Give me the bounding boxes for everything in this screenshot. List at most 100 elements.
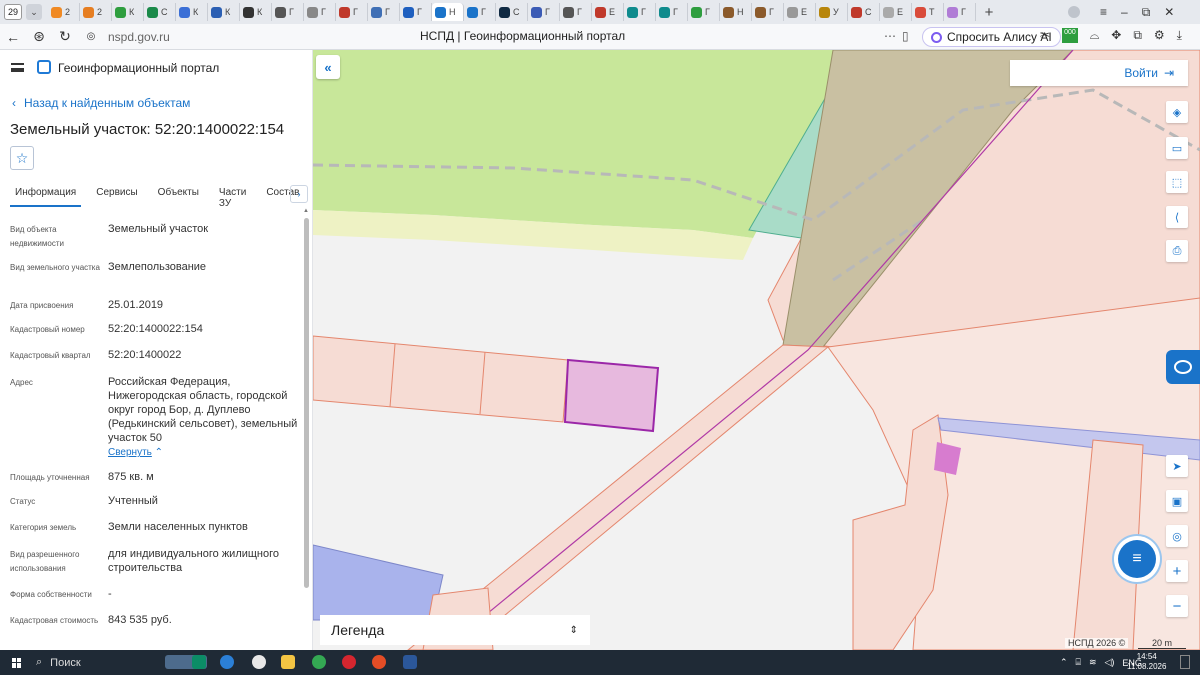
location-icon[interactable]: ◎ — [1166, 525, 1188, 547]
tab-favicon-icon — [595, 6, 606, 18]
print-icon[interactable]: ⎙ — [1166, 240, 1188, 262]
taskbar-search[interactable]: ⌕ Поиск — [36, 656, 81, 669]
browser-app-icon[interactable] — [372, 655, 386, 669]
notifications-icon[interactable] — [1180, 655, 1190, 669]
scroll-up-arrow-icon[interactable]: ▲ — [303, 208, 309, 214]
field-label-permitted-use: Вид разрешенного использования — [10, 550, 80, 573]
browser-tab[interactable]: Г — [624, 3, 656, 21]
tab-count-badge[interactable]: 29 — [4, 4, 22, 20]
browser-tab[interactable]: Г — [304, 3, 336, 21]
browser-tab[interactable]: Г — [944, 3, 976, 21]
browser-tab[interactable]: 2 — [80, 3, 112, 21]
tab-information[interactable]: Информация — [10, 181, 82, 207]
map-blue-area — [313, 544, 444, 621]
yandex-browser-icon[interactable] — [252, 655, 266, 669]
tab-list-chevron-icon[interactable]: ⌄ — [26, 4, 42, 20]
login-button[interactable]: Войти ⇥ — [1010, 60, 1188, 86]
network-icon[interactable]: ⌸ — [1076, 657, 1081, 668]
scroll-thumb[interactable] — [304, 218, 309, 588]
reload-icon[interactable]: ↻ — [52, 25, 78, 49]
browser-tab[interactable]: Г — [400, 3, 432, 21]
browser-tab[interactable]: Е — [592, 3, 624, 21]
browser-tab[interactable]: К — [208, 3, 240, 21]
tab-objects[interactable]: Объекты — [153, 181, 204, 207]
extension-hat-icon[interactable]: ⌓ — [1090, 28, 1100, 43]
collections-icon[interactable]: ⧉ — [1133, 28, 1142, 43]
extension-scissors-icon[interactable]: ✂ — [1040, 28, 1050, 43]
browser-tab[interactable]: К — [240, 3, 272, 21]
tab-label: К — [257, 7, 263, 17]
tab-services[interactable]: Сервисы — [91, 181, 142, 207]
bookmark-icon[interactable]: ▯ — [902, 29, 909, 43]
taskbar-app-icon[interactable] — [192, 655, 206, 669]
tray-chevron-up-icon[interactable]: ⌃ — [1060, 657, 1068, 668]
zoom-out-icon[interactable]: − — [1166, 595, 1188, 617]
url-text[interactable]: nspd.gov.ru — [108, 30, 170, 44]
browser-tab[interactable]: Г — [688, 3, 720, 21]
favorite-star-button[interactable]: ☆ — [10, 146, 34, 170]
browser-tab[interactable]: Н — [720, 3, 752, 21]
browser-tab[interactable]: У — [816, 3, 848, 21]
chrome-icon[interactable] — [312, 655, 326, 669]
tabs-next-chevron-icon[interactable]: › — [290, 185, 308, 203]
taskbar-clock[interactable]: 14:54 11.08.2026 — [1127, 652, 1166, 672]
browser-tab[interactable]: Е — [880, 3, 912, 21]
legend-panel[interactable]: Легенда ⇕ — [320, 615, 590, 645]
zoom-in-icon[interactable]: + — [1166, 560, 1188, 582]
file-explorer-icon[interactable] — [281, 655, 295, 669]
collapse-panel-button[interactable]: « — [316, 55, 340, 79]
windows-start-icon[interactable] — [12, 657, 22, 668]
shield-icon[interactable]: ◎ — [78, 25, 104, 49]
yandex-icon[interactable]: ⊛ — [26, 25, 52, 49]
volume-icon[interactable]: ◁) — [1105, 657, 1115, 668]
browser-tab[interactable]: Г — [560, 3, 592, 21]
browser-tab[interactable]: Т — [912, 3, 944, 21]
wifi-icon[interactable]: ≋ — [1089, 657, 1097, 668]
browser-tab[interactable]: К — [176, 3, 208, 21]
browser-tab[interactable]: Г — [464, 3, 496, 21]
restore-icon[interactable]: ⧉ — [1142, 5, 1151, 20]
extensions-puzzle-icon[interactable]: ✥ — [1111, 28, 1121, 43]
browser-tab[interactable]: Г — [528, 3, 560, 21]
browser-tab[interactable]: С — [848, 3, 880, 21]
more-dots-icon[interactable]: ⋯ — [884, 29, 896, 43]
support-chat-icon[interactable] — [1166, 350, 1200, 384]
hamburger-menu-icon[interactable] — [11, 63, 24, 72]
chat-assistant-button[interactable]: ≡ — [1118, 540, 1156, 578]
browser-tab[interactable]: Г — [656, 3, 688, 21]
browser-tab[interactable]: Г — [368, 3, 400, 21]
browser-tab[interactable]: Е — [784, 3, 816, 21]
browser-tab[interactable]: С — [144, 3, 176, 21]
close-icon[interactable]: ✕ — [1164, 5, 1174, 19]
profile-avatar-icon[interactable] — [1068, 0, 1080, 24]
ruler-icon[interactable]: ▭ — [1166, 137, 1188, 159]
back-to-results-link[interactable]: ‹ Назад к найденным объектам — [12, 96, 190, 110]
browser-tab[interactable]: 2 — [48, 3, 80, 21]
navigate-arrow-icon[interactable]: ➤ — [1166, 455, 1188, 477]
download-icon[interactable]: ⤓ — [1177, 28, 1182, 43]
edge-browser-icon[interactable] — [220, 655, 234, 669]
minimize-icon[interactable]: – — [1121, 5, 1128, 19]
browser-tab[interactable]: Г — [752, 3, 784, 21]
menu-icon[interactable]: ≡ — [1100, 5, 1107, 19]
browser-tab[interactable]: К — [112, 3, 144, 21]
collapse-address-link[interactable]: Свернуть ⌃ — [108, 447, 163, 458]
field-value-object-type: Земельный участок — [108, 223, 209, 235]
settings-gear-icon[interactable]: ⚙ — [1154, 28, 1165, 43]
area-select-icon[interactable]: ⬚ — [1166, 171, 1188, 193]
browser-tab[interactable]: Г — [336, 3, 368, 21]
tab-parcel-parts[interactable]: Части ЗУ — [214, 181, 251, 209]
extension-badge-icon[interactable]: 000 — [1062, 28, 1078, 43]
browser-tab[interactable]: Н — [432, 3, 464, 21]
back-arrow-icon[interactable]: ← — [0, 25, 26, 49]
new-tab-plus-icon[interactable]: + — [980, 3, 998, 21]
browser-tab[interactable]: Г — [272, 3, 304, 21]
opera-icon[interactable] — [342, 655, 356, 669]
browser-tab[interactable]: С — [496, 3, 528, 21]
picture-in-picture-icon[interactable]: ▣ — [1166, 490, 1188, 512]
share-icon[interactable]: ⟨ — [1166, 206, 1188, 228]
layers-icon[interactable]: ◈ — [1166, 101, 1188, 123]
panel-scrollbar[interactable]: ▲ — [303, 208, 309, 648]
word-icon[interactable] — [403, 655, 417, 669]
map-canvas[interactable]: « Войти ⇥ ◈ ▭ ⬚ ⟨ ⎙ ➤ ▣ ◎ + − ≡ Легенда … — [313, 50, 1200, 650]
